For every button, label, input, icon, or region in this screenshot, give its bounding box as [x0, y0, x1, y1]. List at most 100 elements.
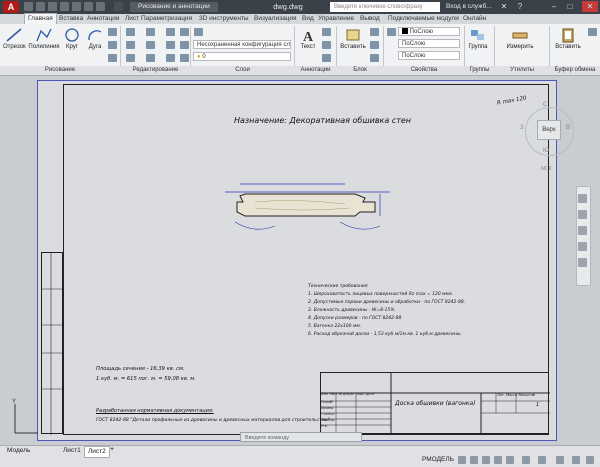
explode-icon[interactable]	[180, 41, 189, 49]
copy-clip-icon[interactable]	[588, 28, 597, 36]
panel-layers[interactable]: Слои	[191, 66, 294, 75]
gradient-icon[interactable]	[108, 54, 117, 62]
new-icon[interactable]	[24, 2, 33, 11]
annotation-scale-icon[interactable]	[538, 456, 546, 464]
workspace-gear-icon[interactable]	[522, 456, 530, 464]
fillet-icon[interactable]	[166, 41, 175, 49]
polar-icon[interactable]	[494, 456, 502, 464]
linetype-combo[interactable]: ПоСлою	[398, 39, 460, 48]
array-icon[interactable]	[166, 54, 175, 62]
add-layout-icon[interactable]: +	[110, 446, 114, 453]
arc-button[interactable]: Дуга	[85, 27, 105, 50]
search-input[interactable]: Введите ключевое слово/фразу	[330, 2, 440, 12]
erase-icon[interactable]	[180, 28, 189, 36]
dimension-icon[interactable]	[322, 28, 331, 36]
save-as-icon[interactable]	[60, 2, 69, 11]
signin-link[interactable]: Вход в служб...	[446, 0, 492, 14]
panel-groups[interactable]: Группы	[465, 66, 494, 75]
minimize-icon[interactable]: –	[548, 1, 560, 12]
viewcube-south[interactable]: Ю	[543, 148, 549, 154]
grid-icon[interactable]	[458, 456, 466, 464]
tab-insert[interactable]: Вставка	[59, 14, 83, 24]
move-icon[interactable]	[126, 28, 135, 36]
create-block-icon[interactable]	[370, 28, 379, 36]
layer-state-combo[interactable]: Несохраненная конфигурация сло	[193, 40, 291, 49]
edit-block-icon[interactable]	[370, 41, 379, 49]
viewcube-west[interactable]: З	[520, 125, 524, 131]
hatch-icon[interactable]	[108, 41, 117, 49]
paste-button[interactable]: Вставить	[553, 27, 583, 50]
showmotion-icon[interactable]	[578, 258, 587, 267]
undo-icon[interactable]	[84, 2, 93, 11]
snap-icon[interactable]	[470, 456, 478, 464]
ortho-icon[interactable]	[482, 456, 490, 464]
exchange-icon[interactable]: ✕	[498, 1, 510, 12]
pan-icon[interactable]	[578, 210, 587, 219]
panel-draw[interactable]: Рисование	[0, 66, 120, 75]
copy-icon[interactable]	[126, 41, 135, 49]
tab-sheet1[interactable]: Лист1	[60, 446, 84, 456]
polyline-button[interactable]: Полилиния	[28, 27, 60, 50]
rectangle-icon[interactable]	[108, 28, 117, 36]
fullscreen-icon[interactable]	[572, 456, 580, 464]
ucs-menu[interactable]: МСК	[541, 166, 552, 172]
stretch-icon[interactable]	[126, 54, 135, 62]
panel-modify[interactable]: Редактирование	[121, 66, 190, 75]
plot-icon[interactable]	[72, 2, 81, 11]
command-line-input[interactable]: Введите команду	[240, 432, 362, 442]
layer-combo[interactable]: ● 0	[193, 52, 291, 61]
rotate-icon[interactable]	[146, 28, 155, 36]
tab-model[interactable]: Модель	[4, 446, 33, 456]
mirror-icon[interactable]	[146, 41, 155, 49]
panel-clipboard[interactable]: Буфер обмена	[550, 66, 600, 75]
color-combo[interactable]: ПоСлою	[398, 27, 460, 36]
panel-utilities[interactable]: Утилиты	[495, 66, 549, 75]
match-properties-icon[interactable]	[387, 28, 396, 36]
group-button[interactable]: Группа	[466, 27, 490, 50]
qa-dropdown-icon[interactable]	[114, 2, 123, 11]
measure-button[interactable]: Измерить	[504, 27, 536, 50]
app-menu-button[interactable]: A	[3, 1, 19, 13]
offset-icon[interactable]	[180, 54, 189, 62]
steeringwheel-icon[interactable]	[578, 194, 587, 203]
panel-properties[interactable]: Свойства	[384, 66, 464, 75]
tab-addins[interactable]: Подключаемые модули	[388, 14, 459, 24]
tab-visualize[interactable]: Визуализация	[254, 14, 297, 24]
tab-layout[interactable]: Лист	[125, 14, 139, 24]
workspace-select[interactable]: Рисование и аннотации	[130, 2, 218, 12]
zoom-icon[interactable]	[578, 226, 587, 235]
panel-block[interactable]: Блок	[337, 66, 383, 75]
orbit-icon[interactable]	[578, 242, 587, 251]
text-button[interactable]: A Текст	[298, 27, 318, 50]
tab-online[interactable]: Онлайн	[463, 14, 486, 24]
panel-annotation[interactable]: Аннотации	[295, 66, 336, 75]
circle-button[interactable]: Круг	[62, 27, 82, 50]
tab-annotate[interactable]: Аннотации	[87, 14, 120, 24]
tab-output[interactable]: Вывод	[360, 14, 380, 24]
maximize-icon[interactable]: □	[564, 1, 576, 12]
model-paper-toggle[interactable]: РМОДЕЛЬ	[422, 456, 454, 463]
open-icon[interactable]	[36, 2, 45, 11]
isolate-icon[interactable]	[556, 456, 564, 464]
table-icon[interactable]	[322, 54, 331, 62]
save-icon[interactable]	[48, 2, 57, 11]
scale-icon[interactable]	[146, 54, 155, 62]
edit-attributes-icon[interactable]	[370, 54, 379, 62]
line-button[interactable]: Отрезок	[3, 27, 26, 50]
tab-sheet2[interactable]: Лист2	[84, 446, 110, 458]
viewcube-east[interactable]: В	[566, 125, 570, 131]
redo-icon[interactable]	[96, 2, 105, 11]
lineweight-combo[interactable]: ПоСлою	[398, 51, 460, 60]
tab-parametric[interactable]: Параметризация	[141, 14, 192, 24]
close-icon[interactable]: ✕	[582, 1, 598, 12]
tab-3d-tools[interactable]: 3D инструменты	[199, 14, 249, 24]
trim-icon[interactable]	[166, 28, 175, 36]
viewcube-north[interactable]: С	[543, 102, 547, 108]
help-icon[interactable]: ?	[514, 1, 526, 12]
layer-properties-icon[interactable]	[194, 28, 203, 36]
leader-icon[interactable]	[322, 41, 331, 49]
insert-block-button[interactable]: Вставить	[340, 27, 366, 50]
osnap-icon[interactable]	[506, 456, 514, 464]
customize-menu-icon[interactable]	[586, 456, 594, 464]
tab-view[interactable]: Вид	[302, 14, 314, 24]
